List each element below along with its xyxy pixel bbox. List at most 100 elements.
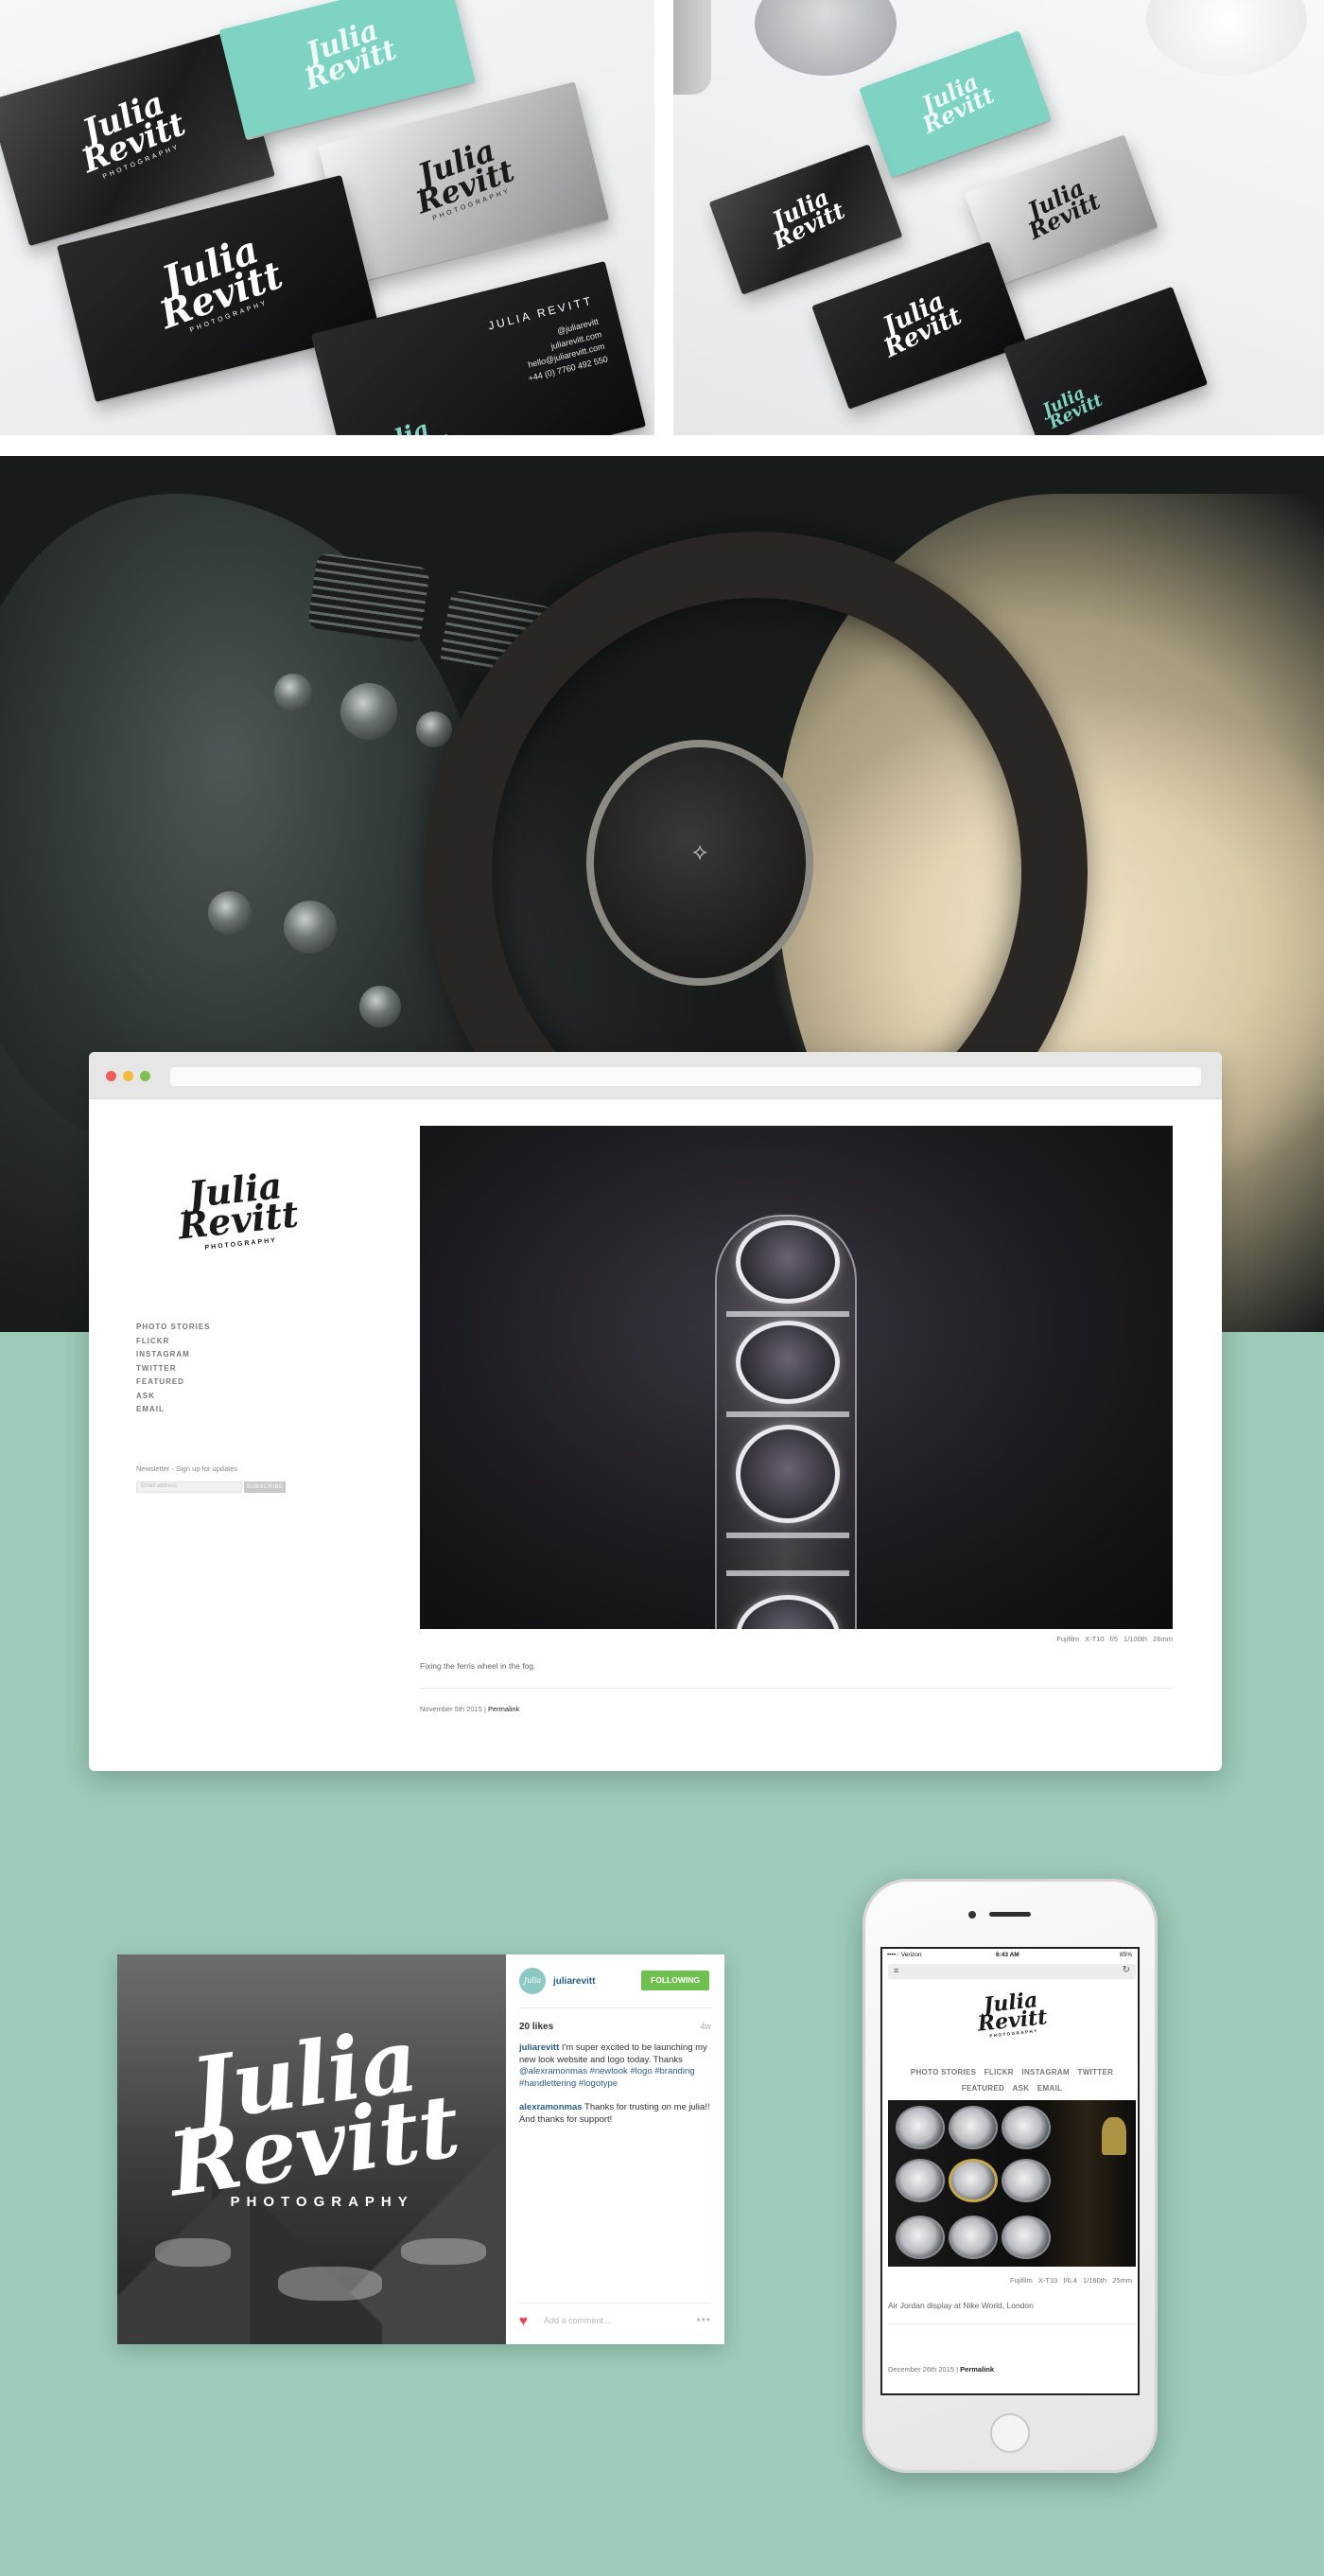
card-logo-line1: Julia — [363, 415, 433, 435]
permalink-link[interactable]: Permalink — [488, 1705, 519, 1713]
dial-decor — [340, 683, 397, 740]
instagram-logo: Julia Revitt PHOTOGRAPHY — [145, 2008, 478, 2230]
divider — [888, 2323, 1136, 2324]
avatar[interactable]: Julia — [519, 1968, 546, 1994]
home-button[interactable] — [990, 2413, 1030, 2453]
subscribe-button[interactable]: SUBSCRIBE — [244, 1481, 286, 1493]
business-card-photo: Julia Revitt — [708, 144, 903, 295]
divider — [519, 2007, 711, 2008]
nav-featured[interactable]: FEATURED — [136, 1376, 211, 1390]
capsule-decor — [736, 1425, 840, 1523]
reload-icon[interactable]: ↻ — [1123, 1965, 1130, 1975]
mobile-post-date: December 26th 2015 | Permalink — [888, 2365, 994, 2374]
m-nav-ask[interactable]: ASK — [1013, 2084, 1030, 2093]
m-nav-instagram[interactable]: INSTAGRAM — [1021, 2068, 1070, 2077]
sneaker-decor — [896, 2106, 945, 2149]
snow-decor — [278, 2267, 382, 2301]
m-nav-featured[interactable]: FEATURED — [962, 2084, 1004, 2093]
photo-caption: Fixing the ferris wheel in the fog. — [420, 1661, 536, 1671]
snow-decor — [155, 2238, 231, 2267]
site-nav: PHOTO STORIES FLICKR INSTAGRAM TWITTER F… — [136, 1321, 211, 1417]
minimize-window-icon[interactable] — [123, 1071, 133, 1081]
sneaker-decor — [949, 2216, 998, 2259]
dial-decor — [359, 986, 401, 1027]
comment-item: alexramonmas Thanks for trusting on me j… — [519, 2102, 713, 2126]
maximize-window-icon[interactable] — [140, 1071, 150, 1081]
snow-decor — [401, 2238, 486, 2265]
m-nav-flickr[interactable]: FLICKR — [984, 2068, 1014, 2077]
site-logo[interactable]: Julia Revitt PHOTOGRAPHY — [163, 1164, 311, 1254]
truss-decor — [726, 1533, 849, 1538]
newsletter-label: Newsletter - Sign up for updates — [136, 1464, 238, 1473]
comment-user-link[interactable]: alexramonmas — [519, 2102, 583, 2112]
mug-decor — [1146, 0, 1307, 76]
speaker-decor — [989, 1912, 1031, 1917]
card-corner-logo: JuliaRevitt — [363, 412, 458, 435]
ferris-wheel-photo — [420, 1126, 1173, 1629]
username-link[interactable]: juliarevitt — [553, 1976, 595, 1987]
insta-logo-sub: PHOTOGRAPHY — [230, 2194, 414, 2211]
likes-count[interactable]: 20 likes — [519, 2022, 553, 2032]
sneaker-decor — [896, 2216, 945, 2259]
dial-decor — [284, 901, 337, 954]
nav-ask[interactable]: ASK — [136, 1390, 211, 1404]
dial-decor — [416, 711, 452, 747]
capsule-decor — [736, 1321, 840, 1404]
business-cards-photo-left: Julia Revitt PHOTOGRAPHY Julia Revitt Julia… — [0, 0, 654, 435]
browser-window: Julia Revitt PHOTOGRAPHY PHOTO STORIES F… — [89, 1052, 1222, 1771]
m-nav-twitter[interactable]: TWITTER — [1078, 2068, 1114, 2077]
capsule-decor — [736, 1595, 840, 1629]
nav-photo-stories[interactable]: PHOTO STORIES — [136, 1321, 211, 1335]
carrier-label: ••••○ Verizon — [887, 1952, 922, 1958]
sneaker-decor — [949, 2106, 998, 2149]
front-camera-decor — [968, 1911, 976, 1919]
battery-label: 85% — [1119, 1952, 1132, 1958]
mobile-permalink-link[interactable]: Permalink — [960, 2365, 994, 2374]
status-bar: ••••○ Verizon 6:43 AM 85% — [882, 1949, 1138, 1962]
mobile-nav: PHOTO STORIES FLICKR INSTAGRAM TWITTER F… — [892, 2064, 1132, 2096]
add-comment-input[interactable]: Add a comment... — [544, 2316, 611, 2325]
sneaker-decor — [949, 2159, 998, 2202]
business-card-contact: Julia Revitt — [1002, 286, 1209, 435]
nav-email[interactable]: EMAIL — [136, 1403, 211, 1417]
truss-decor — [726, 1570, 849, 1576]
nav-instagram[interactable]: INSTAGRAM — [136, 1348, 211, 1362]
post-date-text: November 5th 2015 — [420, 1705, 482, 1713]
business-card-silver: Julia Revitt PHOTOGRAPHY — [318, 81, 609, 284]
close-window-icon[interactable] — [106, 1071, 116, 1081]
following-button[interactable]: FOLLOWING — [641, 1971, 709, 1990]
nav-flickr[interactable]: FLICKR — [136, 1335, 211, 1349]
mobile-address-bar[interactable]: ≡ ↻ — [888, 1964, 1136, 1979]
mug-decor — [755, 0, 897, 76]
phone-screen: ••••○ Verizon 6:43 AM 85% ≡ ↻ Julia Revi… — [880, 1947, 1140, 2395]
newsletter-email-input[interactable]: Email address — [136, 1481, 242, 1493]
sneaker-decor — [1002, 2106, 1051, 2149]
instagram-post: Julia Revitt PHOTOGRAPHY Julia juliarevi… — [117, 1954, 724, 2344]
menu-icon[interactable]: ≡ — [894, 1966, 898, 1975]
address-bar[interactable] — [170, 1067, 1201, 1086]
nav-twitter[interactable]: TWITTER — [136, 1362, 211, 1376]
post-age: 4w — [700, 2022, 711, 2031]
mobile-site-logo[interactable]: Julia Revitt PHOTOGRAPHY — [963, 1988, 1061, 2041]
air-vent-decor — [307, 552, 430, 643]
business-card-mint: Julia Revitt — [859, 30, 1052, 178]
ferris-wheel-decor — [715, 1215, 857, 1629]
m-nav-photo-stories[interactable]: PHOTO STORIES — [911, 2068, 976, 2077]
clock-label: 6:43 AM — [996, 1952, 1019, 1958]
divider — [519, 2303, 711, 2304]
mobile-photo-exif: Fujifilm X-T10 f/6.4 1/160th 25mm — [1010, 2276, 1132, 2285]
comment-hashtags[interactable]: @alexramonmas #newlook #logo #branding #… — [519, 2066, 695, 2089]
comment-item: juliarevitt I'm super excited to be laun… — [519, 2042, 713, 2090]
instagram-photo: Julia Revitt PHOTOGRAPHY — [117, 1954, 506, 2344]
m-post-date-text: December 26th 2015 — [888, 2365, 955, 2374]
dial-decor — [208, 891, 252, 935]
comment-user-link[interactable]: juliarevitt — [519, 2042, 559, 2053]
heart-icon[interactable]: ♥ — [519, 2313, 528, 2329]
m-nav-email[interactable]: EMAIL — [1037, 2084, 1062, 2093]
capsule-decor — [736, 1220, 840, 1304]
business-card-dark: Julia Revitt — [811, 241, 1027, 410]
post-date: November 5th 2015 | Permalink — [420, 1705, 519, 1713]
more-options-icon[interactable]: ••• — [696, 2313, 711, 2326]
card-corner-logo: JuliaRevitt — [1039, 380, 1106, 433]
browser-toolbar — [89, 1052, 1222, 1099]
